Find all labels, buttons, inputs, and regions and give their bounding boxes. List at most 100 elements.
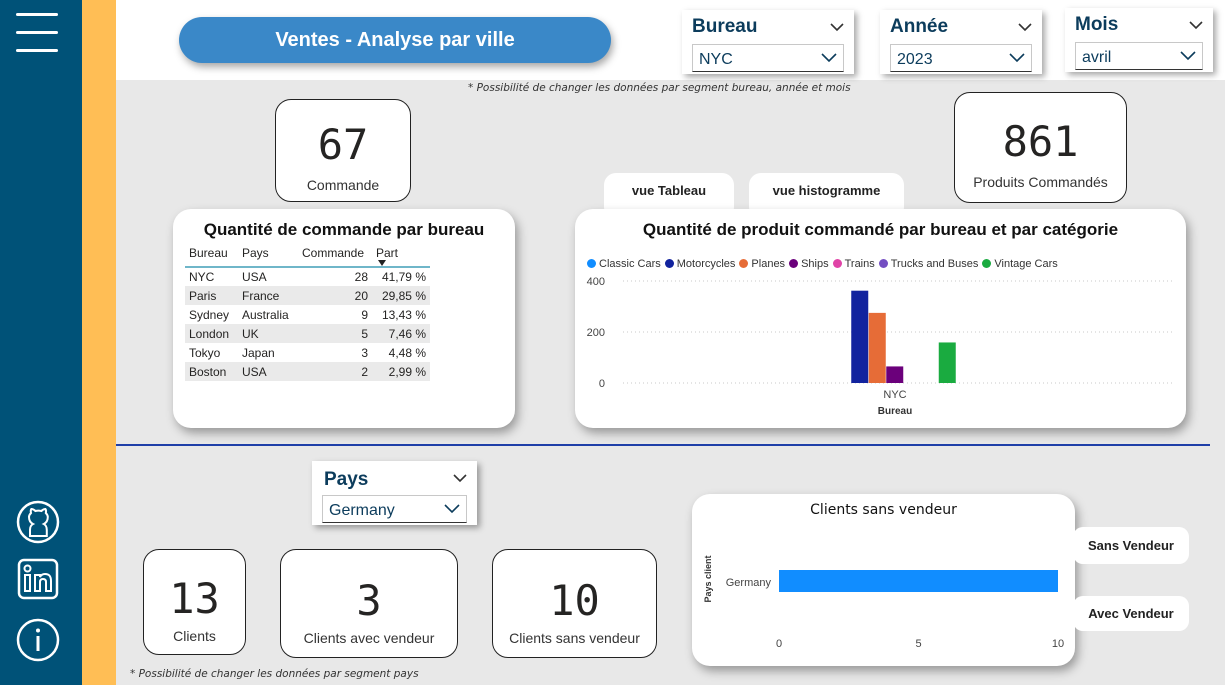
- clients-chart-title: Clients sans vendeur: [810, 502, 957, 518]
- kpi-produits-card: 861 Produits Commandés: [954, 92, 1127, 203]
- bureau-slicer-label: Bureau: [692, 16, 758, 37]
- table-panel-title: Quantité de commande par bureau: [203, 220, 485, 239]
- table-cell: 4,48 %: [372, 343, 430, 362]
- kpi-commande-label: Commande: [306, 177, 380, 193]
- linkedin-icon[interactable]: [16, 557, 60, 601]
- dropdown-arrow-icon[interactable]: [1180, 51, 1196, 61]
- x-tick-label: 0: [776, 638, 782, 650]
- legend-swatch: [739, 259, 749, 268]
- chevron-down-icon[interactable]: [453, 473, 467, 483]
- y-tick-label: 400: [587, 276, 605, 288]
- lower-note: * Possibilité de changer les données par…: [130, 668, 419, 680]
- mois-slicer[interactable]: Mois avril: [1065, 8, 1213, 72]
- table-row[interactable]: Sydney Australia 9 13,43 %: [185, 305, 430, 324]
- chevron-down-icon[interactable]: [1189, 20, 1203, 30]
- legend-item[interactable]: Classic Cars: [587, 258, 661, 270]
- bureau-dropdown[interactable]: NYC: [692, 44, 844, 72]
- column-header-pays[interactable]: Pays: [238, 243, 298, 268]
- pays-slicer[interactable]: Pays Germany: [312, 461, 477, 525]
- chevron-down-icon[interactable]: [1018, 22, 1032, 32]
- info-icon[interactable]: [16, 618, 60, 662]
- column-header-commande[interactable]: Commande: [298, 243, 372, 268]
- table-cell: London: [185, 324, 238, 343]
- accent-bar: [82, 0, 116, 685]
- bar-ships[interactable]: [886, 366, 904, 383]
- table-row[interactable]: NYC USA 28 41,79 %: [185, 267, 430, 286]
- bar-germany[interactable]: [779, 570, 1058, 592]
- bureau-slicer[interactable]: Bureau NYC: [682, 10, 854, 74]
- legend-label: Trains: [844, 257, 875, 270]
- annee-slicer-label: Année: [890, 16, 949, 37]
- chevron-down-icon[interactable]: [830, 22, 844, 32]
- table-cell: USA: [238, 267, 298, 286]
- kpi-commande-value: 67: [317, 120, 369, 169]
- table-cell: 7,46 %: [372, 324, 430, 343]
- mois-value: avril: [1082, 49, 1112, 66]
- bar-planes[interactable]: [868, 312, 886, 383]
- table-cell: Japan: [238, 343, 298, 362]
- avec-vendeur-button[interactable]: Avec Vendeur: [1073, 596, 1189, 631]
- table-cell: NYC: [185, 267, 238, 286]
- header-note: * Possibilité de changer les données par…: [468, 82, 851, 94]
- table-cell: France: [238, 286, 298, 305]
- legend-swatch: [587, 259, 596, 268]
- kpi-produits-label: Produits Commandés: [973, 174, 1108, 190]
- table-row[interactable]: London UK 5 7,46 %: [185, 324, 430, 343]
- table-cell: Boston: [185, 362, 238, 381]
- mois-dropdown[interactable]: avril: [1075, 42, 1203, 70]
- table-cell: 2: [298, 362, 372, 381]
- x-tick-label: 10: [1052, 638, 1064, 650]
- column-header-part-label: Part: [376, 246, 399, 260]
- legend-item[interactable]: Trucks and Buses: [878, 257, 979, 270]
- pays-slicer-label: Pays: [324, 469, 369, 490]
- bar-vintage-cars[interactable]: [938, 342, 956, 383]
- column-header-part[interactable]: Part: [372, 243, 430, 268]
- dropdown-arrow-icon[interactable]: [1009, 53, 1025, 63]
- table-cell: 28: [298, 267, 372, 286]
- x-tick-label: 5: [915, 638, 921, 650]
- table-cell: Australia: [238, 305, 298, 324]
- legend-swatch: [789, 259, 799, 268]
- bar-motorcycles[interactable]: [851, 290, 869, 383]
- y-tick-label: Germany: [726, 577, 772, 589]
- bar-chart-title: Quantité de produit commandé par bureau …: [642, 220, 1119, 239]
- table-row[interactable]: Boston USA 2 2,99 %: [185, 362, 430, 381]
- dropdown-arrow-icon[interactable]: [444, 504, 460, 514]
- legend-item[interactable]: Vintage Cars: [982, 258, 1058, 270]
- pays-dropdown[interactable]: Germany: [322, 495, 467, 523]
- column-header-bureau[interactable]: Bureau: [185, 243, 238, 268]
- y-axis-title: Pays client: [703, 555, 713, 602]
- dropdown-arrow-icon[interactable]: [821, 53, 837, 63]
- table-cell: 13,43 %: [372, 305, 430, 324]
- table-cell: 2,99 %: [372, 362, 430, 381]
- legend-item[interactable]: Trains: [832, 257, 875, 270]
- table-cell: 5: [298, 324, 372, 343]
- section-divider: [116, 444, 1210, 446]
- table-row[interactable]: Paris France 20 29,85 %: [185, 286, 430, 305]
- orders-table: Bureau Pays Commande Part NYC USA 28 41,79 …: [185, 243, 430, 381]
- legend-item[interactable]: Ships: [789, 258, 829, 270]
- kpi-clients-avec-value: 3: [356, 576, 382, 625]
- kpi-clients-sans-value: 10: [549, 576, 600, 625]
- annee-slicer[interactable]: Année 2023: [880, 10, 1042, 74]
- legend-item[interactable]: Motorcycles: [664, 258, 735, 270]
- table-row[interactable]: Tokyo Japan 3 4,48 %: [185, 343, 430, 362]
- kpi-clients-sans-card: 10 Clients sans vendeur: [492, 549, 657, 658]
- page-title: Ventes - Analyse par ville: [179, 17, 611, 63]
- sans-vendeur-button[interactable]: Sans Vendeur: [1073, 527, 1189, 564]
- legend-label: Trucks and Buses: [890, 257, 979, 270]
- table-cell: USA: [238, 362, 298, 381]
- hamburger-menu-icon[interactable]: [0, 0, 82, 70]
- annee-dropdown[interactable]: 2023: [890, 44, 1032, 72]
- sort-desc-icon: [378, 260, 386, 266]
- side-navigation: [0, 0, 82, 685]
- legend-item[interactable]: Planes: [739, 258, 785, 270]
- legend-swatch: [982, 259, 992, 268]
- table-cell: 3: [298, 343, 372, 362]
- bar-chart-svg: 0 200 400 NYC Bureau: [587, 276, 1175, 417]
- github-icon[interactable]: [16, 500, 60, 544]
- clients-chart-panel: Clients sans vendeur Pays client Germany 0…: [692, 494, 1075, 666]
- kpi-clients-label: Clients: [173, 628, 216, 644]
- kpi-commande-card: 67 Commande: [275, 99, 411, 202]
- legend-label: Planes: [751, 257, 786, 270]
